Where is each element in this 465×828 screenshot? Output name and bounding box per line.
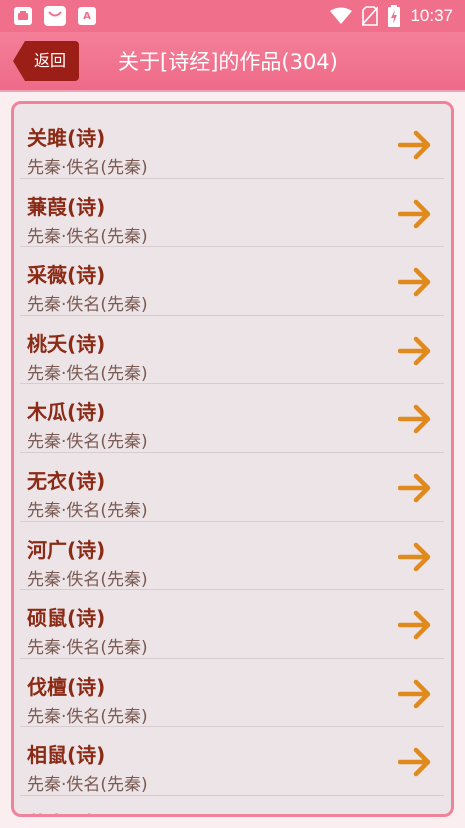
work-title: 木瓜(诗) <box>27 400 106 425</box>
work-author: 先秦·佚名(先秦) <box>27 775 148 796</box>
notification-icon <box>14 7 32 25</box>
work-author: 先秦·佚名(先秦) <box>27 158 148 178</box>
work-title: 黄鸟(诗) <box>27 808 105 814</box>
work-author: 先秦·佚名(先秦) <box>27 432 148 453</box>
list-item[interactable]: 河广(诗) 先秦·佚名(先秦) <box>20 522 444 591</box>
work-author: 先秦·佚名(先秦) <box>27 706 148 727</box>
work-title: 相鼠(诗) <box>27 743 106 768</box>
list-item[interactable]: 木瓜(诗) 先秦·佚名(先秦) <box>20 384 444 453</box>
list-item[interactable]: 无衣(诗) 先秦·佚名(先秦) <box>20 453 444 522</box>
arrow-right-icon[interactable] <box>398 335 432 367</box>
wifi-icon <box>330 7 353 24</box>
arrow-right-icon[interactable] <box>398 472 432 504</box>
work-author: 先秦·佚名(先秦) <box>27 638 148 659</box>
back-button[interactable]: 返回 <box>13 41 79 81</box>
work-author: 先秦·佚名(先秦) <box>27 295 148 316</box>
keyboard-a-icon: A <box>78 7 96 25</box>
work-title: 河广(诗) <box>27 537 106 562</box>
arrow-right-icon[interactable] <box>398 403 432 435</box>
list-item[interactable]: 蒹葭(诗) 先秦·佚名(先秦) <box>20 179 444 248</box>
list-item[interactable]: 硕鼠(诗) 先秦·佚名(先秦) <box>20 590 444 659</box>
work-author: 先秦·佚名(先秦) <box>27 501 148 521</box>
list-item[interactable]: 采薇(诗) 先秦·佚名(先秦) <box>20 247 444 316</box>
work-author: 先秦·佚名(先秦) <box>27 226 148 247</box>
arrow-right-icon[interactable] <box>398 746 432 778</box>
page-title: 关于[诗经]的作品(304) <box>118 50 338 74</box>
list-item[interactable]: 伐檀(诗) 先秦·佚名(先秦) <box>20 659 444 728</box>
arrow-right-icon[interactable] <box>398 266 432 298</box>
work-title: 桃夭(诗) <box>27 331 106 356</box>
shopping-bag-icon <box>44 6 66 26</box>
work-author: 先秦·佚名(先秦) <box>27 363 148 384</box>
list-item[interactable]: 关雎(诗) 先秦·佚名(先秦) <box>20 110 444 179</box>
work-title: 无衣(诗) <box>27 469 106 493</box>
battery-charging-icon <box>388 5 401 27</box>
arrow-right-icon[interactable] <box>398 198 432 230</box>
work-author: 先秦·佚名(先秦) <box>27 569 148 590</box>
list-item[interactable]: 黄鸟(诗)先秦·佚名(先秦) <box>20 796 444 817</box>
clock: 10:37 <box>410 6 453 25</box>
no-sim-icon <box>362 6 379 26</box>
list-item[interactable]: 桃夭(诗) 先秦·佚名(先秦) <box>20 316 444 385</box>
app-header: 返回 关于[诗经]的作品(304) <box>0 32 465 92</box>
work-title: 伐檀(诗) <box>27 674 106 699</box>
list-item[interactable]: 相鼠(诗) 先秦·佚名(先秦) <box>20 727 444 796</box>
work-title: 硕鼠(诗) <box>27 606 106 631</box>
work-title: 关雎(诗) <box>27 126 106 150</box>
arrow-right-icon[interactable] <box>398 815 432 817</box>
arrow-right-icon[interactable] <box>398 129 432 161</box>
arrow-right-icon[interactable] <box>398 678 432 710</box>
work-title: 蒹葭(诗) <box>27 194 106 219</box>
arrow-right-icon[interactable] <box>398 541 432 573</box>
arrow-right-icon[interactable] <box>398 609 432 641</box>
work-title: 采薇(诗) <box>27 263 106 288</box>
status-bar: A 10:37 <box>0 0 465 32</box>
works-list[interactable]: 关雎(诗) 先秦·佚名(先秦) 蒹葭(诗) 先秦·佚名(先秦) 采薇(诗) 先秦·佚名(先… <box>11 101 454 817</box>
